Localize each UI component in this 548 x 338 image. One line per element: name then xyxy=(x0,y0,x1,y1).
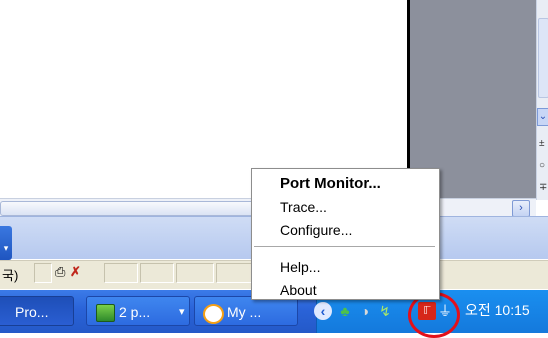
menu-item-help[interactable]: Help... xyxy=(280,259,320,275)
circle-icon[interactable]: ○ xyxy=(539,160,545,171)
connection-icon[interactable]: ↯ xyxy=(376,302,394,320)
taskbar-button-label: Pro... xyxy=(15,304,49,320)
scrollbar-thumb[interactable] xyxy=(538,18,548,98)
dropdown-arrow-icon: ▾ xyxy=(179,306,185,318)
clock[interactable]: 오전 10:15 xyxy=(465,300,530,320)
status-cell xyxy=(216,263,252,283)
sort-up-icon[interactable]: ± xyxy=(539,138,545,149)
taskbar-button-group[interactable]: 2 p... ▾ xyxy=(86,296,190,326)
taskbar-button-my[interactable]: My ... xyxy=(194,296,298,326)
status-cell xyxy=(104,263,138,283)
status-cell xyxy=(140,263,174,283)
taskbar-button-label: My ... xyxy=(227,304,262,320)
menu-item-about[interactable]: About xyxy=(280,282,317,298)
menu-item-trace[interactable]: Trace... xyxy=(280,199,327,215)
chevron-down-icon[interactable]: ⌄ xyxy=(537,108,548,126)
printer-icon: ⎙ xyxy=(55,264,66,279)
window-icon xyxy=(96,304,115,322)
menu-separator xyxy=(254,246,435,247)
taskbar-button-label: 2 p... xyxy=(119,304,151,320)
status-text: 국) xyxy=(2,268,19,283)
network-users-icon[interactable]: ♣ xyxy=(336,302,354,320)
scroll-right-icon[interactable]: › xyxy=(512,200,530,217)
show-hidden-icons-icon[interactable]: ‹ xyxy=(314,302,332,320)
status-cell xyxy=(176,263,214,283)
menu-item-port-monitor[interactable]: Port Monitor... xyxy=(280,175,381,192)
status-cell xyxy=(34,263,52,283)
sort-down-icon[interactable]: ∓ xyxy=(539,182,547,193)
speaker-icon[interactable]: ◑ xyxy=(356,302,374,320)
taskbar-button-pro[interactable]: Pro... xyxy=(0,296,74,326)
context-menu: Port Monitor... Trace... Configure... He… xyxy=(251,168,440,300)
chevron-down-icon: ▾ xyxy=(3,243,9,253)
menu-item-configure[interactable]: Configure... xyxy=(280,222,352,238)
app-icon xyxy=(203,304,224,324)
error-x-icon: ✗ xyxy=(70,264,81,279)
